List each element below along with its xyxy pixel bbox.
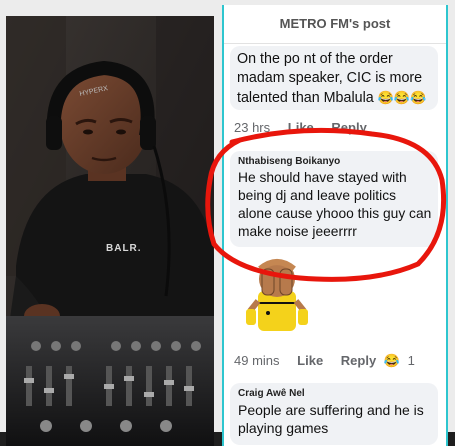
post-title: METRO FM's post xyxy=(224,5,446,44)
post-panel: METRO FM's post On the po nt of the orde… xyxy=(222,5,448,446)
comment-bubble-3: Craig Awê Nel People are suffering and h… xyxy=(230,383,438,445)
laughing-emoji: 😂😂😂 xyxy=(377,90,427,105)
reply-button[interactable]: Reply xyxy=(341,353,376,368)
like-button[interactable]: Like xyxy=(297,353,323,368)
reply-button[interactable]: Reply xyxy=(331,120,366,135)
laughing-reaction-icon[interactable]: 😂 xyxy=(384,353,400,368)
comment-time: 49 mins xyxy=(234,353,280,368)
comment-actions-1: 23 hrs Like Reply xyxy=(234,120,381,135)
reaction-count: 1 xyxy=(407,353,415,368)
shirt-logo: BALR. xyxy=(106,243,142,254)
dj-photo: BALR. HYPERX xyxy=(6,16,214,446)
like-button[interactable]: Like xyxy=(288,120,314,135)
commenter-name[interactable]: Nthabiseng Boikanyo xyxy=(230,151,438,167)
comment-time: 23 hrs xyxy=(234,120,271,135)
comment-bubble-2: Nthabiseng Boikanyo He should have staye… xyxy=(230,151,438,247)
comment-actions-2: 49 mins Like Reply 😂 1 xyxy=(234,353,429,369)
comment-text: On the po nt of the order madam speaker,… xyxy=(237,51,427,106)
commenter-name[interactable]: Craig Awê Nel xyxy=(230,383,438,399)
comment-bubble-1: On the po nt of the order madam speaker,… xyxy=(230,46,438,110)
comment-text: People are suffering and he is playing g… xyxy=(238,402,424,436)
comment-text: He should have stayed with being dj and … xyxy=(238,170,432,239)
facepalm-sticker xyxy=(242,251,312,340)
